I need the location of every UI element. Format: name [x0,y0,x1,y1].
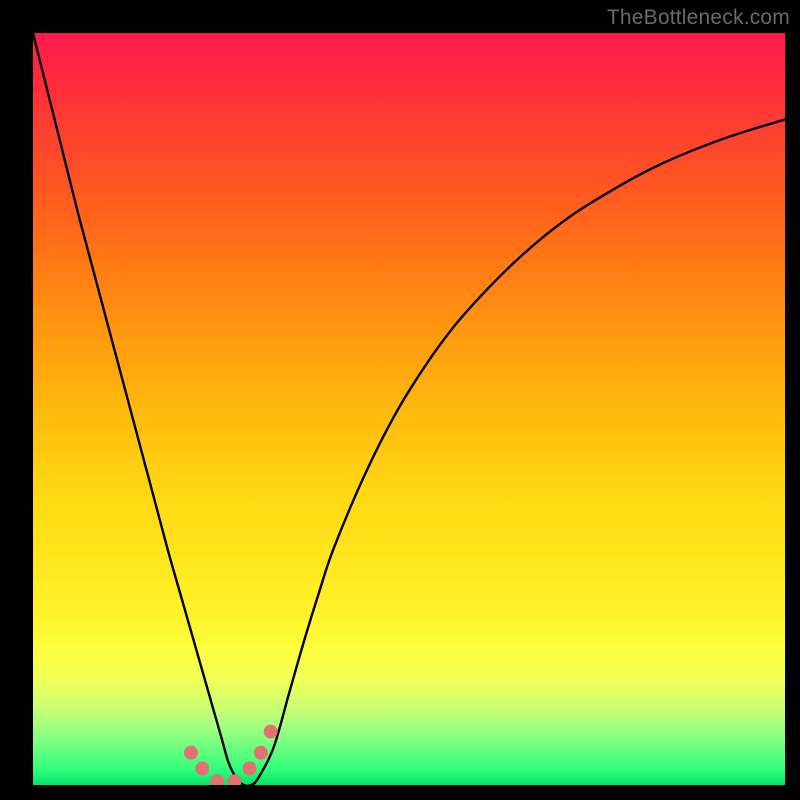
curve-marker [195,761,209,775]
curve-marker [264,725,278,739]
bottleneck-curve-svg [33,33,785,785]
watermark-text: TheBottleneck.com [607,6,790,30]
bottleneck-curve [33,33,785,785]
curve-marker [243,761,257,775]
curve-marker [254,746,268,760]
curve-marker [228,774,242,785]
chart-frame: TheBottleneck.com [0,0,800,800]
curve-marker [184,746,198,760]
curve-marker [210,774,224,785]
plot-area [33,33,785,785]
curve-markers [184,725,278,785]
